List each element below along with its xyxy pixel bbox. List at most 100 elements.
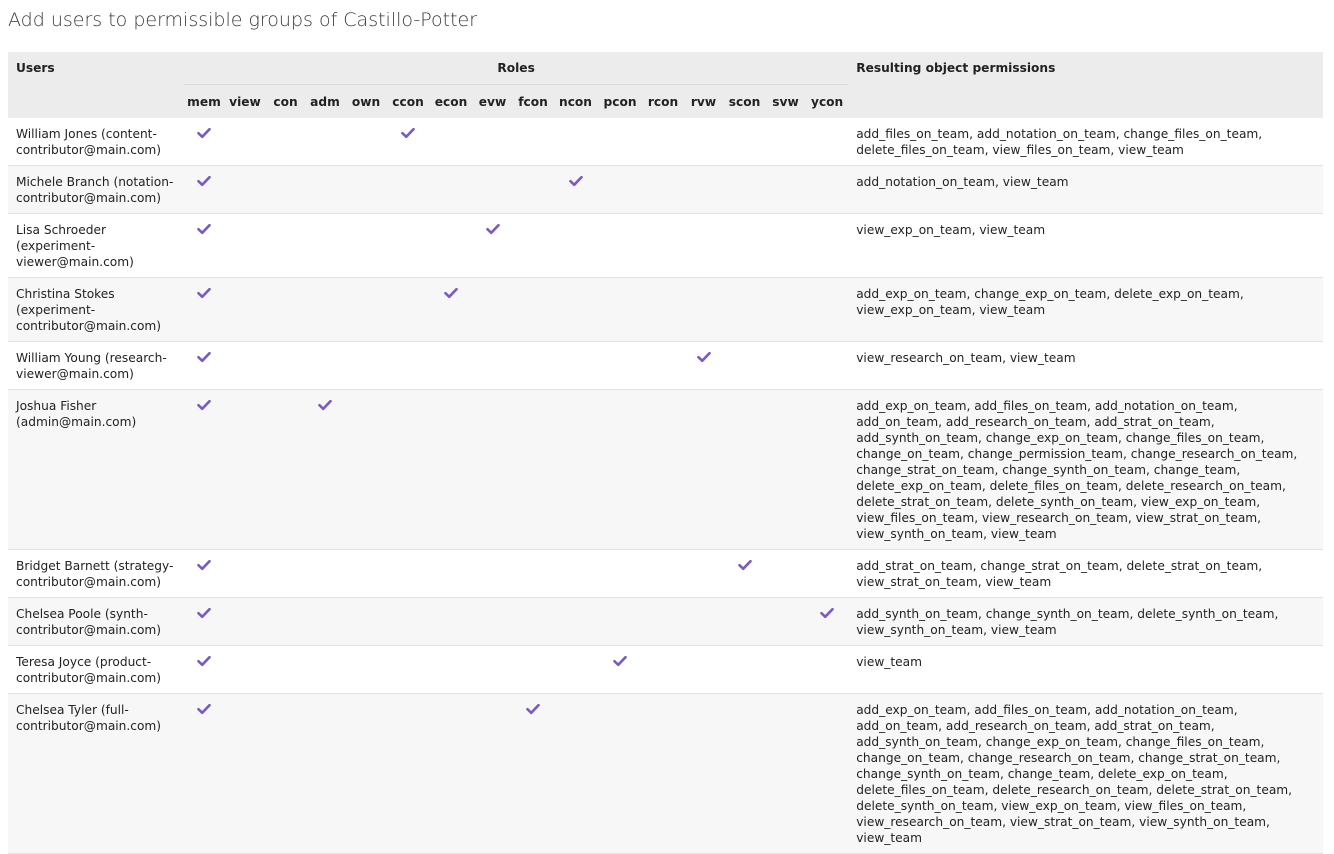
role-cell-svw[interactable] <box>765 165 806 214</box>
role-cell-fcon[interactable] <box>512 277 554 342</box>
role-cell-view[interactable] <box>224 165 266 214</box>
role-cell-ycon[interactable] <box>806 213 849 278</box>
role-cell-view[interactable] <box>224 645 266 694</box>
role-cell-rvw[interactable] <box>683 693 724 854</box>
role-cell-ycon[interactable] <box>806 389 849 550</box>
role-cell-adm[interactable] <box>305 389 345 550</box>
role-cell-pcon[interactable] <box>597 693 643 854</box>
role-cell-rvw[interactable] <box>683 277 724 342</box>
role-cell-scon[interactable] <box>724 341 765 390</box>
role-cell-ycon[interactable] <box>806 165 849 214</box>
role-cell-own[interactable] <box>345 693 387 854</box>
role-cell-adm[interactable] <box>305 341 345 390</box>
role-cell-rcon[interactable] <box>643 213 683 278</box>
role-cell-adm[interactable] <box>305 645 345 694</box>
role-cell-scon[interactable] <box>724 213 765 278</box>
role-cell-rcon[interactable] <box>643 597 683 646</box>
role-cell-ncon[interactable] <box>554 277 597 342</box>
role-cell-rvw[interactable] <box>683 118 724 166</box>
role-cell-svw[interactable] <box>765 549 806 598</box>
role-cell-evw[interactable] <box>473 213 512 278</box>
role-cell-svw[interactable] <box>765 645 806 694</box>
role-cell-scon[interactable] <box>724 277 765 342</box>
role-cell-econ[interactable] <box>429 389 473 550</box>
role-cell-own[interactable] <box>345 597 387 646</box>
role-cell-evw[interactable] <box>473 693 512 854</box>
role-cell-fcon[interactable] <box>512 118 554 166</box>
role-cell-ncon[interactable] <box>554 341 597 390</box>
role-cell-rcon[interactable] <box>643 165 683 214</box>
role-cell-ccon[interactable] <box>387 213 429 278</box>
role-cell-rcon[interactable] <box>643 645 683 694</box>
role-cell-rcon[interactable] <box>643 389 683 550</box>
role-cell-ycon[interactable] <box>806 597 849 646</box>
role-cell-view[interactable] <box>224 341 266 390</box>
role-cell-mem[interactable] <box>184 693 224 854</box>
role-cell-pcon[interactable] <box>597 389 643 550</box>
role-cell-rcon[interactable] <box>643 277 683 342</box>
role-cell-svw[interactable] <box>765 693 806 854</box>
role-cell-svw[interactable] <box>765 213 806 278</box>
role-cell-fcon[interactable] <box>512 341 554 390</box>
role-cell-econ[interactable] <box>429 277 473 342</box>
role-cell-ncon[interactable] <box>554 213 597 278</box>
role-cell-rvw[interactable] <box>683 597 724 646</box>
role-cell-mem[interactable] <box>184 597 224 646</box>
role-cell-adm[interactable] <box>305 597 345 646</box>
role-cell-adm[interactable] <box>305 165 345 214</box>
role-cell-svw[interactable] <box>765 118 806 166</box>
role-cell-pcon[interactable] <box>597 597 643 646</box>
role-cell-own[interactable] <box>345 165 387 214</box>
role-cell-ycon[interactable] <box>806 549 849 598</box>
role-cell-ccon[interactable] <box>387 549 429 598</box>
role-cell-pcon[interactable] <box>597 165 643 214</box>
role-cell-mem[interactable] <box>184 165 224 214</box>
role-cell-fcon[interactable] <box>512 389 554 550</box>
role-cell-mem[interactable] <box>184 277 224 342</box>
role-cell-ycon[interactable] <box>806 645 849 694</box>
role-cell-ccon[interactable] <box>387 277 429 342</box>
role-cell-svw[interactable] <box>765 597 806 646</box>
role-cell-fcon[interactable] <box>512 645 554 694</box>
role-cell-adm[interactable] <box>305 213 345 278</box>
role-cell-con[interactable] <box>266 597 305 646</box>
role-cell-pcon[interactable] <box>597 549 643 598</box>
role-cell-ccon[interactable] <box>387 645 429 694</box>
role-cell-pcon[interactable] <box>597 645 643 694</box>
role-cell-own[interactable] <box>345 118 387 166</box>
role-cell-ycon[interactable] <box>806 341 849 390</box>
role-cell-econ[interactable] <box>429 165 473 214</box>
role-cell-ccon[interactable] <box>387 389 429 550</box>
role-cell-ccon[interactable] <box>387 693 429 854</box>
role-cell-rcon[interactable] <box>643 549 683 598</box>
role-cell-scon[interactable] <box>724 118 765 166</box>
role-cell-mem[interactable] <box>184 549 224 598</box>
role-cell-ncon[interactable] <box>554 389 597 550</box>
role-cell-ccon[interactable] <box>387 597 429 646</box>
role-cell-ccon[interactable] <box>387 341 429 390</box>
role-cell-econ[interactable] <box>429 693 473 854</box>
role-cell-mem[interactable] <box>184 341 224 390</box>
role-cell-adm[interactable] <box>305 693 345 854</box>
role-cell-scon[interactable] <box>724 693 765 854</box>
role-cell-view[interactable] <box>224 597 266 646</box>
role-cell-econ[interactable] <box>429 118 473 166</box>
role-cell-own[interactable] <box>345 549 387 598</box>
role-cell-rcon[interactable] <box>643 341 683 390</box>
role-cell-scon[interactable] <box>724 389 765 550</box>
role-cell-fcon[interactable] <box>512 213 554 278</box>
role-cell-rcon[interactable] <box>643 118 683 166</box>
role-cell-ncon[interactable] <box>554 165 597 214</box>
role-cell-mem[interactable] <box>184 213 224 278</box>
role-cell-evw[interactable] <box>473 165 512 214</box>
role-cell-rvw[interactable] <box>683 341 724 390</box>
role-cell-fcon[interactable] <box>512 597 554 646</box>
role-cell-econ[interactable] <box>429 341 473 390</box>
role-cell-ycon[interactable] <box>806 277 849 342</box>
role-cell-ycon[interactable] <box>806 118 849 166</box>
role-cell-view[interactable] <box>224 277 266 342</box>
role-cell-mem[interactable] <box>184 645 224 694</box>
role-cell-evw[interactable] <box>473 277 512 342</box>
role-cell-econ[interactable] <box>429 645 473 694</box>
role-cell-adm[interactable] <box>305 549 345 598</box>
